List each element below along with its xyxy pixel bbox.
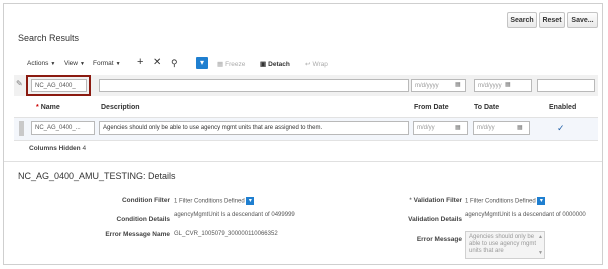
error-message-label: Error Message [416,236,462,243]
freeze-icon: ▦ [217,61,224,68]
caret-down-icon: ▼ [50,60,56,67]
column-header-enabled[interactable]: Enabled [549,104,576,111]
actions-label: Actions [27,60,49,67]
column-header-name-label: Name [40,104,60,111]
required-mark: * [409,197,412,204]
detach-label: Detach [268,60,290,68]
save-button[interactable]: Save... [567,12,598,28]
freeze-button[interactable]: ▦ Freeze [217,60,246,69]
wrap-icon: ↩ [305,61,311,68]
calendar-icon[interactable]: ▦ [455,81,461,88]
error-message-value: Agencies should only be able to use agen… [469,234,537,254]
divider [4,161,602,162]
row-selector[interactable] [19,121,24,136]
format-menu[interactable]: Format ▼ [93,60,121,67]
columns-hidden-label: Columns Hidden [29,145,81,152]
condition-details-label: Condition Details [116,216,170,223]
validation-filter-text: 1 Filter Conditions Defined [465,198,536,205]
delete-icon[interactable]: ✕ [153,57,161,68]
required-mark: * [36,104,39,111]
calendar-icon[interactable]: ▦ [505,81,511,88]
validation-filter-text-label: Validation Filter [413,197,462,204]
section-title: Search Results [18,33,80,43]
validation-filter-label: * Validation Filter [394,197,462,204]
wrap-label: Wrap [312,60,328,68]
row-description-input[interactable]: Agencies should only be able to use agen… [99,121,409,135]
condition-filter-label: Condition Filter [121,197,170,204]
from-date-filter-placeholder: m/d/yyyy [415,82,439,89]
validation-details-value: agencyMgmtUnit Is a descendant of 000000… [465,212,586,218]
search-results-panel: Search Reset Save... Search Results Acti… [3,3,603,265]
view-menu[interactable]: View ▼ [64,60,85,67]
freeze-label: Freeze [225,60,246,68]
columns-hidden: Columns Hidden 4 [29,145,86,152]
caret-down-icon: ▼ [115,60,121,67]
condition-filter-value: 1 Filter Conditions Defined ▾ [174,197,255,206]
condition-filter-text: 1 Filter Conditions Defined [174,198,245,205]
filter-toggle-icon[interactable]: ▾ [196,57,208,69]
error-message-name-value: GL_CVR_1005079_300000110066352 [174,231,278,237]
calendar-icon[interactable]: ▦ [517,124,523,131]
validation-details-label: Validation Details [408,216,462,223]
filter-icon[interactable]: ▾ [246,197,255,205]
caret-down-icon: ▼ [79,60,85,67]
scroll-up-icon[interactable]: ▲ [538,234,543,240]
row-name-input[interactable]: NC_AG_0400_... [31,121,95,135]
row-to-date-placeholder: m/d/yy [477,125,495,131]
column-header-to-date[interactable]: To Date [474,104,499,111]
enabled-checkbox[interactable]: ✓ [557,123,565,134]
error-message-textarea[interactable]: Agencies should only be able to use agen… [465,231,545,259]
enabled-filter-input[interactable] [537,79,595,92]
row-from-date-placeholder: m/d/yy [417,125,435,131]
search-button[interactable]: Search [507,12,537,28]
calendar-icon[interactable]: ▦ [455,124,461,131]
name-filter-input[interactable]: NC_AG_0400_ [31,79,87,92]
error-message-name-label: Error Message Name [105,231,170,238]
validation-filter-value: 1 Filter Conditions Defined ▾ [465,197,546,206]
add-icon[interactable]: + [137,56,143,68]
detach-button[interactable]: ▣ Detach [260,60,290,69]
details-title: NC_AG_0400_AMU_TESTING: Details [18,171,176,181]
edit-pencil-icon: ✎ [16,79,23,88]
column-header-name[interactable]: * Name [36,104,60,111]
format-label: Format [93,60,114,67]
column-header-description[interactable]: Description [101,104,140,111]
to-date-filter-placeholder: m/d/yyyy [478,82,502,89]
actions-menu[interactable]: Actions ▼ [27,60,55,67]
column-header-from-date[interactable]: From Date [414,104,449,111]
detach-icon: ▣ [260,61,267,68]
filter-icon[interactable]: ▾ [537,197,546,205]
view-label: View [64,60,78,67]
description-filter-input[interactable] [99,79,409,92]
columns-hidden-count: 4 [82,145,87,152]
query-by-example-icon[interactable]: ⚲ [171,58,178,69]
wrap-button[interactable]: ↩ Wrap [305,60,328,69]
reset-button[interactable]: Reset [539,12,565,28]
condition-details-value: agencyMgmtUnit Is a descendant of 049999… [174,212,295,218]
to-date-filter-input[interactable]: m/d/yyyy [474,79,532,92]
scroll-down-icon[interactable]: ▼ [538,250,543,256]
